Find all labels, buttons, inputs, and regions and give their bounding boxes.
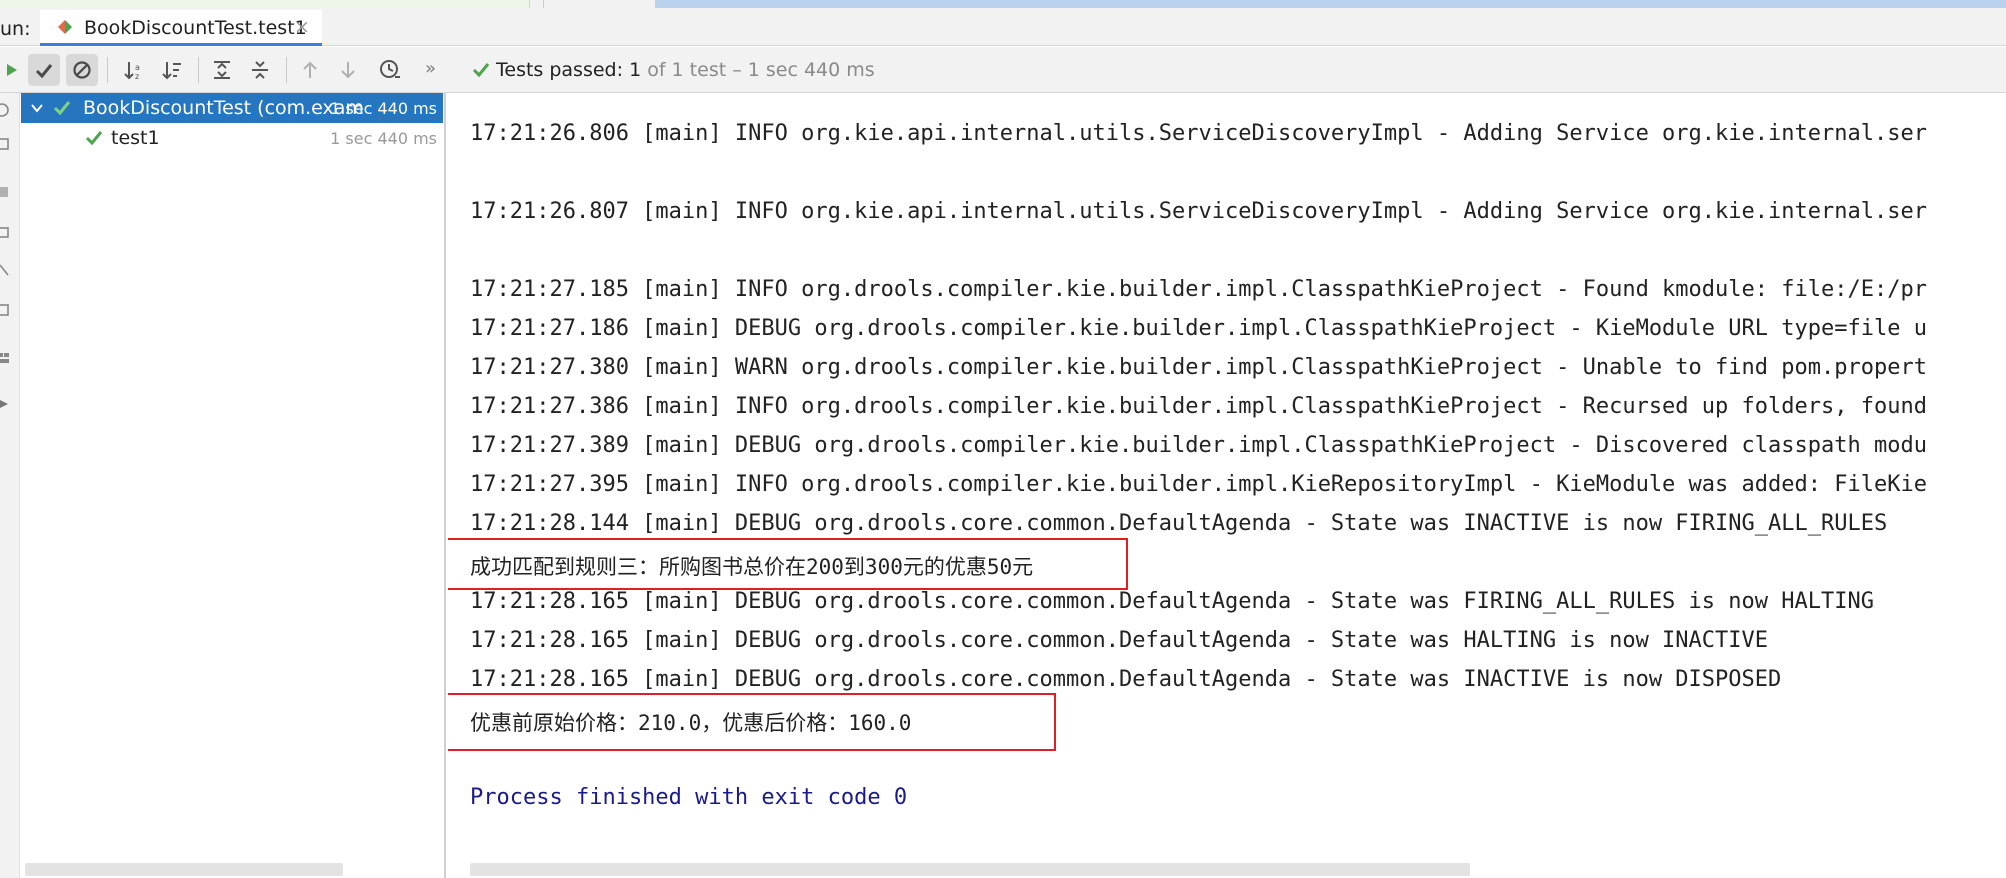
- chevron-down-icon[interactable]: [31, 102, 43, 114]
- run-tool-window-header: un: BookDiscountTest.test1 ×: [0, 8, 2006, 46]
- console-line: 17:21:28.165 [main] DEBUG org.drools.cor…: [470, 667, 1782, 692]
- run-config-icon: [58, 20, 72, 34]
- console-line: 17:21:28.165 [main] DEBUG org.drools.cor…: [470, 589, 1874, 614]
- show-ignored-button[interactable]: [66, 54, 98, 86]
- close-icon[interactable]: ×: [294, 16, 310, 38]
- passed-check-icon: [85, 131, 103, 146]
- rerun-icon[interactable]: [0, 54, 26, 86]
- ignored-icon: [73, 61, 91, 79]
- console-line: 17:21:27.389 [main] DEBUG org.drools.com…: [470, 433, 1927, 458]
- run-label: un:: [0, 18, 31, 40]
- console-line: 17:21:26.807 [main] INFO org.kie.api.int…: [470, 199, 1927, 224]
- tab-bookdiscounttest-test1[interactable]: BookDiscountTest.test1 ×: [40, 10, 322, 46]
- exit-code-line: Process finished with exit code 0: [470, 785, 908, 810]
- sort-alpha-icon: az: [124, 62, 140, 81]
- expand-all-button[interactable]: [206, 54, 238, 86]
- console-line: 17:21:27.395 [main] INFO org.drools.comp…: [470, 472, 1927, 497]
- tree-item-label: BookDiscountTest (com.examp: [83, 97, 365, 119]
- console-horizontal-scrollbar[interactable]: [470, 863, 1470, 876]
- tree-horizontal-scrollbar[interactable]: [25, 863, 343, 876]
- sort-duration-icon: [162, 62, 181, 80]
- passed-check-icon: [53, 101, 71, 116]
- pin-icon[interactable]: [0, 397, 14, 411]
- highlight-box-price: [448, 693, 1056, 751]
- console-line: 17:21:27.380 [main] WARN org.drools.comp…: [470, 355, 1927, 380]
- test-history-button[interactable]: [374, 54, 406, 86]
- console-line: 17:21:28.165 [main] DEBUG org.drools.cor…: [470, 628, 1769, 653]
- check-icon: [35, 64, 53, 79]
- tree-item-test1[interactable]: test1 1 sec 440 ms: [21, 123, 443, 153]
- test-results-tree: BookDiscountTest (com.examp 1 sec 440 ms…: [21, 93, 446, 878]
- sort-by-duration-button[interactable]: [156, 54, 188, 86]
- console-line: 17:21:28.144 [main] DEBUG org.drools.cor…: [470, 511, 1888, 536]
- top-strip-segment: [0, 0, 530, 8]
- clock-icon: [380, 60, 400, 78]
- console-line: 17:21:27.186 [main] DEBUG org.drools.com…: [470, 316, 1927, 341]
- toolbar-separator: [198, 57, 199, 83]
- gutter-action-icon[interactable]: [0, 303, 14, 317]
- passed-check-icon: [472, 63, 490, 78]
- tree-item-duration: 1 sec 440 ms: [330, 99, 437, 118]
- toolbar-separator: [107, 57, 108, 83]
- gutter-action-icon[interactable]: [0, 103, 14, 117]
- tests-status-count: 1: [629, 59, 642, 81]
- console-line: 17:21:27.386 [main] INFO org.drools.comp…: [470, 394, 1927, 419]
- show-passed-button[interactable]: [28, 54, 60, 86]
- camera-icon[interactable]: [0, 225, 14, 239]
- gutter-action-icon[interactable]: [0, 263, 14, 277]
- tab-title: BookDiscountTest.test1: [84, 17, 307, 39]
- left-action-gutter: [0, 93, 20, 878]
- highlight-box-rule-match: [448, 538, 1128, 590]
- tree-item-label: test1: [111, 127, 160, 149]
- expand-all-icon: [214, 61, 230, 79]
- test-runner-toolbar: az » Tests passed: 1 of 1 test – 1 sec 4…: [0, 47, 2006, 93]
- previous-failed-test-button[interactable]: [294, 54, 326, 86]
- next-failed-test-button[interactable]: [332, 54, 364, 86]
- stop-icon[interactable]: [0, 185, 14, 199]
- svg-text:a: a: [135, 63, 140, 72]
- top-editor-strip: [0, 0, 2006, 8]
- console-line: 17:21:27.185 [main] INFO org.drools.comp…: [470, 277, 1927, 302]
- sort-alphabetically-button[interactable]: az: [118, 54, 150, 86]
- top-strip-scroll-region: [655, 0, 2006, 8]
- layout-icon[interactable]: [0, 351, 14, 365]
- tests-status: Tests passed: 1 of 1 test – 1 sec 440 ms: [472, 59, 875, 81]
- svg-text:z: z: [135, 72, 139, 81]
- collapse-all-button[interactable]: [244, 54, 276, 86]
- arrow-up-icon: [303, 61, 317, 78]
- top-strip-segment: [543, 0, 643, 8]
- tests-status-prefix: Tests passed:: [496, 59, 624, 81]
- tests-status-detail: of 1 test – 1 sec 440 ms: [647, 59, 875, 81]
- tree-item-duration: 1 sec 440 ms: [330, 129, 437, 148]
- console-output: 17:21:26.806 [main] INFO org.kie.api.int…: [448, 93, 2006, 878]
- tree-item-bookdiscounttest[interactable]: BookDiscountTest (com.examp 1 sec 440 ms: [21, 93, 443, 123]
- console-line: 17:21:26.806 [main] INFO org.kie.api.int…: [470, 121, 1927, 146]
- collapse-all-icon: [252, 61, 268, 79]
- gutter-action-icon[interactable]: [0, 137, 14, 151]
- arrow-down-icon: [341, 62, 355, 79]
- more-actions-chevron[interactable]: »: [425, 58, 436, 79]
- toolbar-separator: [286, 57, 287, 83]
